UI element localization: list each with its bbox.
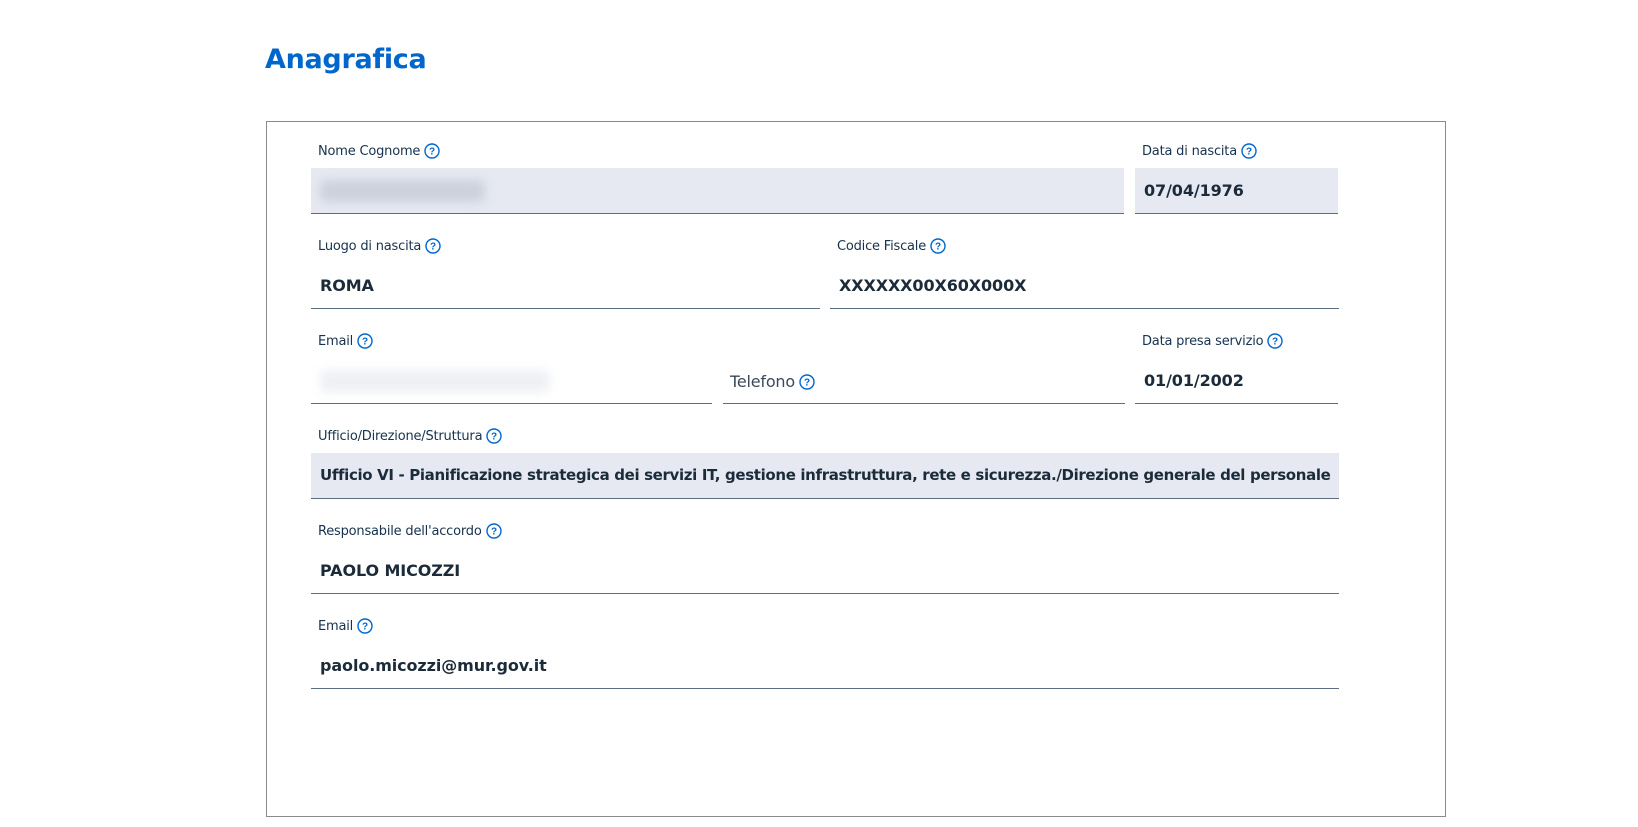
question-circle-icon[interactable]: ? [357, 618, 373, 634]
question-circle-icon[interactable]: ? [930, 238, 946, 254]
ufficio-field[interactable]: Ufficio VI - Pianificazione strategica d… [311, 453, 1339, 499]
responsabile-field[interactable]: PAOLO MICOZZI [311, 548, 1339, 594]
data-presa-servizio-label: Data presa servizio ? [1142, 333, 1284, 349]
email-value [320, 358, 704, 403]
nome-cognome-label-text: Nome Cognome [318, 143, 421, 159]
svg-text:?: ? [1272, 337, 1278, 348]
question-circle-icon[interactable]: ? [1267, 333, 1284, 349]
luogo-nascita-value: ROMA [320, 276, 374, 295]
svg-text:?: ? [362, 622, 368, 633]
codice-fiscale-value: XXXXXX00X60X000X [839, 276, 1027, 295]
ufficio-label: Ufficio/Direzione/Struttura ? [318, 428, 503, 444]
nome-cognome-label: Nome Cognome ? [318, 143, 440, 159]
nome-cognome-field[interactable] [311, 168, 1124, 214]
responsabile-label: Responsabile dell'accordo ? [318, 523, 502, 539]
ufficio-label-text: Ufficio/Direzione/Struttura [318, 428, 483, 444]
anagrafica-card: Nome Cognome ? Data di nascita ? 07/04/1… [266, 121, 1446, 817]
question-circle-icon[interactable]: ? [424, 143, 440, 159]
svg-text:?: ? [362, 337, 368, 348]
svg-text:?: ? [1246, 147, 1252, 158]
question-circle-icon[interactable]: ? [425, 238, 441, 254]
luogo-nascita-label-text: Luogo di nascita [318, 238, 422, 254]
email-field[interactable] [311, 358, 712, 404]
nome-cognome-value [320, 168, 1116, 213]
email-label: Email ? [318, 333, 373, 349]
svg-text:?: ? [429, 147, 435, 158]
codice-fiscale-field[interactable]: XXXXXX00X60X000X [830, 263, 1339, 309]
email-label-text: Email [318, 333, 354, 349]
ufficio-value: Ufficio VI - Pianificazione strategica d… [320, 466, 1331, 484]
email-responsabile-label-text: Email [318, 618, 354, 634]
data-nascita-label-text: Data di nascita [1142, 143, 1237, 159]
telefono-field[interactable]: Telefono ? [723, 358, 1125, 404]
email-responsabile-value: paolo.micozzi@mur.gov.it [320, 656, 547, 675]
codice-fiscale-label: Codice Fiscale ? [837, 238, 946, 254]
telefono-value [732, 358, 1117, 403]
responsabile-label-text: Responsabile dell'accordo [318, 523, 482, 539]
responsabile-value: PAOLO MICOZZI [320, 561, 461, 580]
data-presa-servizio-value: 01/01/2002 [1144, 371, 1244, 390]
svg-text:?: ? [491, 432, 497, 443]
data-presa-servizio-label-text: Data presa servizio [1142, 333, 1264, 349]
data-nascita-field[interactable]: 07/04/1976 [1135, 168, 1338, 214]
question-circle-icon[interactable]: ? [485, 523, 502, 539]
data-nascita-label: Data di nascita ? [1142, 143, 1257, 159]
svg-text:?: ? [935, 242, 941, 253]
question-circle-icon[interactable]: ? [1241, 143, 1257, 159]
question-circle-icon[interactable]: ? [486, 428, 503, 444]
codice-fiscale-label-text: Codice Fiscale [837, 238, 927, 254]
data-presa-servizio-field[interactable]: 01/01/2002 [1135, 358, 1338, 404]
page-title: Anagrafica [265, 44, 427, 75]
question-circle-icon[interactable]: ? [357, 333, 373, 349]
svg-text:?: ? [430, 242, 436, 253]
luogo-nascita-field[interactable]: ROMA [311, 263, 820, 309]
email-responsabile-label: Email ? [318, 618, 373, 634]
svg-text:?: ? [491, 527, 497, 538]
email-responsabile-field[interactable]: paolo.micozzi@mur.gov.it [311, 643, 1339, 689]
luogo-nascita-label: Luogo di nascita ? [318, 238, 441, 254]
data-nascita-value: 07/04/1976 [1144, 181, 1244, 200]
